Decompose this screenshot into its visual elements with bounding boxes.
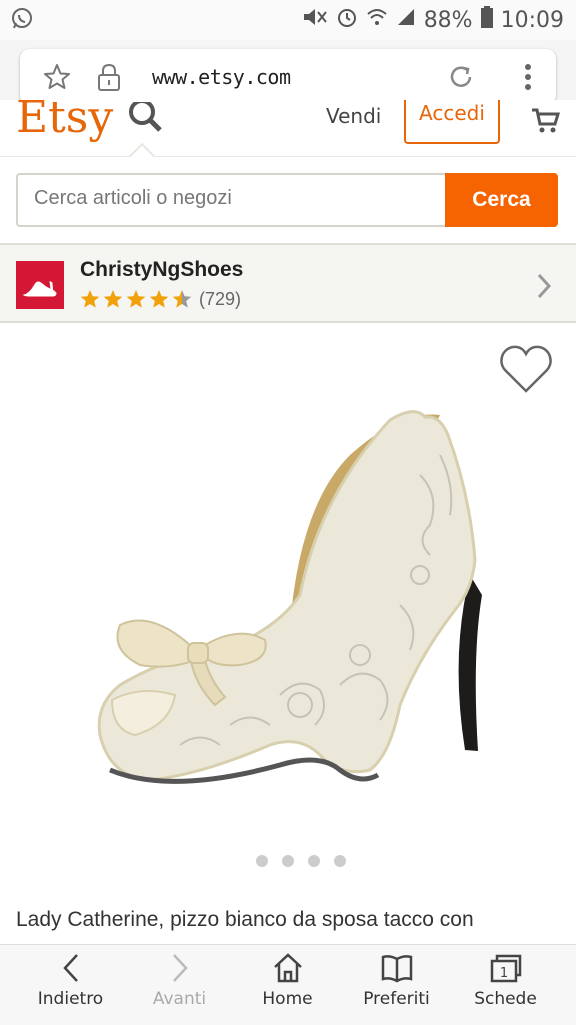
product-image-carousel[interactable] (0, 325, 576, 890)
forward-label: Avanti (152, 989, 207, 1009)
tabs-count: 1 (499, 966, 507, 981)
home-icon (273, 953, 302, 983)
status-bar: 88% 10:09 (0, 0, 576, 40)
bookmarks-button[interactable]: Preferiti (339, 945, 454, 1025)
sell-link[interactable]: Vendi (326, 104, 381, 128)
lock-icon[interactable] (96, 62, 122, 96)
alarm-icon (336, 6, 358, 34)
carousel-dot[interactable] (282, 855, 294, 867)
browser-bottom-nav: Indietro Avanti Home Preferiti 1 Schede (0, 944, 576, 1025)
bookmarks-label: Preferiti (363, 989, 430, 1009)
chevron-left-icon (62, 954, 78, 982)
search-button[interactable]: Cerca (445, 173, 558, 227)
rating-stars-icon (80, 290, 192, 308)
address-bar[interactable]: www.etsy.com (20, 49, 556, 105)
shop-name[interactable]: ChristyNgShoes (80, 258, 243, 282)
search-input[interactable]: Cerca articoli o negozi (16, 173, 446, 227)
shop-banner[interactable]: ChristyNgShoes (729) (0, 243, 576, 323)
back-button[interactable]: Indietro (13, 945, 128, 1025)
bookmark-star-icon[interactable] (42, 62, 72, 96)
forward-button[interactable]: Avanti (122, 945, 237, 1025)
shop-logo[interactable] (16, 261, 64, 309)
carousel-dots (256, 855, 346, 867)
cart-icon[interactable] (530, 106, 561, 140)
wifi-icon (366, 6, 388, 34)
battery-level: 88% (423, 7, 473, 33)
carousel-dot[interactable] (256, 855, 268, 867)
carousel-dot[interactable] (334, 855, 346, 867)
tabs-button[interactable]: 1 Schede (448, 945, 563, 1025)
product-title: Lady Catherine, pizzo bianco da sposa ta… (16, 908, 474, 931)
home-label: Home (262, 989, 313, 1009)
back-label: Indietro (37, 989, 104, 1009)
search-panel: Cerca articoli o negozi Cerca (0, 157, 576, 243)
review-count: (729) (199, 288, 242, 309)
overflow-menu-icon[interactable] (524, 63, 532, 95)
whatsapp-icon (10, 7, 34, 37)
battery-icon (480, 6, 493, 34)
shoe-image (97, 410, 482, 784)
signin-button[interactable]: Accedi (404, 100, 500, 144)
home-button[interactable]: Home (230, 945, 345, 1025)
shop-rating: (729) (80, 288, 241, 310)
signal-icon (396, 7, 416, 33)
chevron-right-icon (172, 954, 188, 982)
tabs-label: Schede (474, 989, 537, 1009)
url-text[interactable]: www.etsy.com (152, 65, 291, 89)
search-icon[interactable] (128, 100, 164, 142)
etsy-header: Etsy Vendi Accedi (0, 100, 576, 158)
clock: 10:09 (500, 7, 564, 33)
mute-icon (302, 6, 328, 34)
book-icon (381, 955, 412, 983)
chevron-right-icon[interactable] (536, 272, 552, 304)
reload-icon[interactable] (446, 62, 476, 96)
tabs-icon: 1 (490, 954, 521, 983)
carousel-dot[interactable] (308, 855, 320, 867)
etsy-logo[interactable]: Etsy (16, 100, 113, 143)
